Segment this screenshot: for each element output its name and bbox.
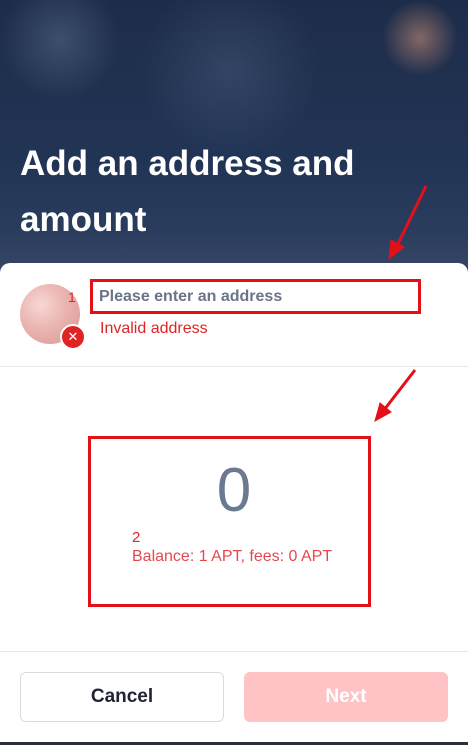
annotation-arrows [374,185,428,423]
arrow-to-address [394,185,428,249]
arrow-to-amount [382,369,417,411]
